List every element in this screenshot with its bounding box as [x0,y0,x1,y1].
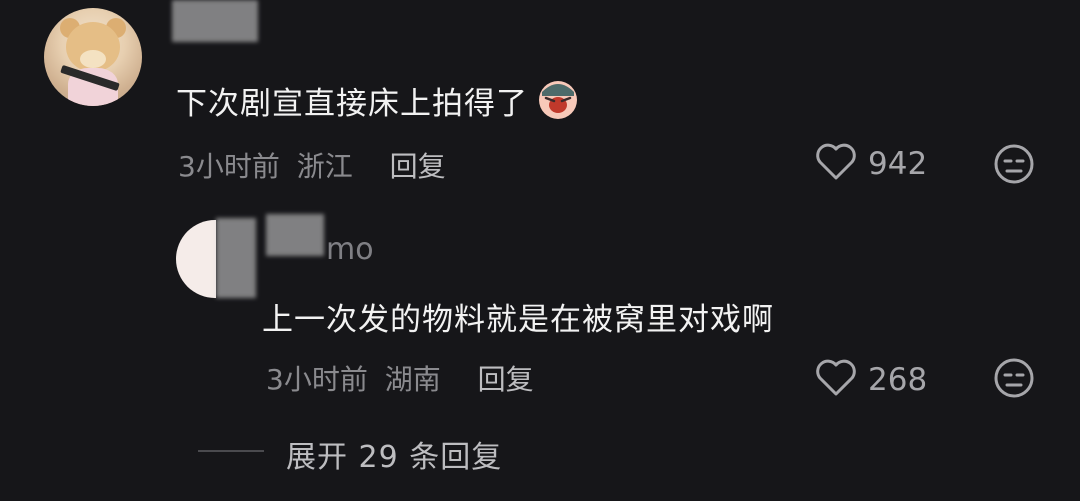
reply-time: 3小时前 [266,363,368,396]
expand-replies-button[interactable]: 展开 29 条回复 [286,432,502,476]
reply-location: 湖南 [384,363,441,396]
reply-reply-button[interactable]: 回复 [478,363,534,396]
meh-face-icon [992,356,1036,404]
reply-text: 上一次发的物料就是在被窝里对戏啊 [262,302,774,338]
comment-dislike-button[interactable] [992,142,1036,190]
comment-like-button[interactable]: 942 [814,142,927,186]
heart-outline-icon [814,358,858,402]
blurred-username [266,214,324,256]
crying-emoji-icon [536,76,580,124]
reply-meta: 3小时前 湖南 回复 [266,358,534,398]
reply-dislike-button[interactable] [992,356,1036,404]
blurred-avatar-overlay [216,218,256,298]
reply-like-count: 268 [868,362,928,398]
comment-location: 浙江 [296,150,353,183]
meh-face-icon [992,142,1036,190]
comment-like-count: 942 [868,146,928,182]
comment-body: 下次剧宣直接床上拍得了 [176,76,580,124]
heart-outline-icon [814,142,858,186]
blurred-username [172,0,258,42]
comment-reply-button[interactable]: 回复 [390,150,446,183]
divider [198,450,264,452]
avatar-bear-snout [80,50,106,68]
commenter-avatar[interactable] [44,8,142,106]
reply-like-button[interactable]: 268 [814,358,927,402]
comment-meta: 3小时前 浙江 回复 [178,145,446,185]
comment-time: 3小时前 [178,150,280,183]
comment-text: 下次剧宣直接床上拍得了 [176,85,528,122]
reply-username[interactable]: mo [326,232,374,267]
